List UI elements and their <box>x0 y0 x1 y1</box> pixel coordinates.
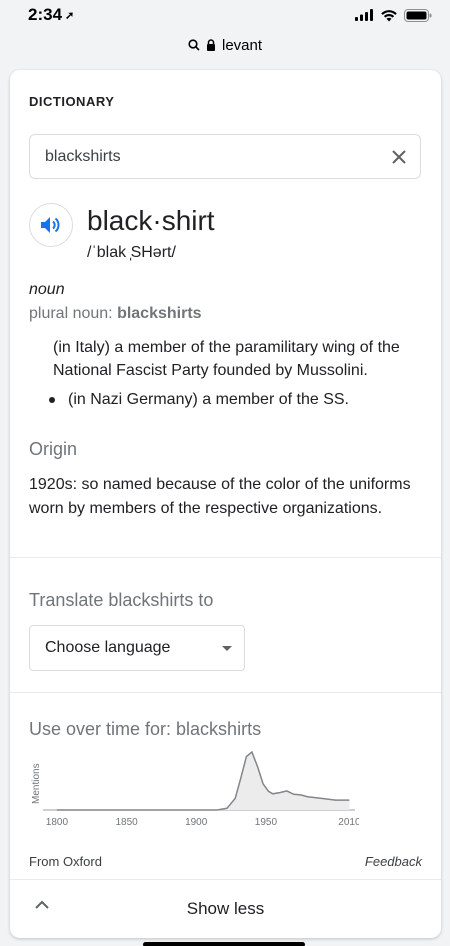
time-text: 2:34 <box>28 5 63 24</box>
chevron-up-icon <box>35 900 49 909</box>
phonetic: /ˈblak ̩SHərt/ <box>87 244 176 261</box>
plural-noun: plural noun: blackshirts <box>29 305 202 323</box>
chart-x-tick-label: 1800 <box>46 817 69 828</box>
dictionary-card: DICTIONARY blackshirts black·shirt /ˈbla… <box>10 70 441 938</box>
dictionary-search-input[interactable]: blackshirts <box>29 134 421 179</box>
chart-x-tick-label: 1950 <box>255 817 278 828</box>
chart-ylabel: Mentions <box>31 763 42 804</box>
cellular-signal-icon <box>355 9 373 21</box>
feedback-link[interactable]: Feedback <box>365 854 422 869</box>
definition-2-text: (in Nazi Germany) a member of the SS. <box>68 391 349 408</box>
language-select[interactable]: Choose language <box>29 625 245 671</box>
location-arrow-icon: ➚ <box>65 9 75 22</box>
wifi-icon <box>381 9 397 21</box>
headword: black·shirt <box>87 205 215 236</box>
search-icon <box>188 39 200 51</box>
language-select-value: Choose language <box>45 639 171 656</box>
show-less-button[interactable]: Show less <box>10 879 441 938</box>
battery-icon <box>404 8 432 22</box>
usage-heading: Use over time for: blackshirts <box>29 719 262 739</box>
url-bar[interactable]: levant <box>0 30 450 60</box>
plural-label: plural noun: <box>29 305 118 322</box>
origin-text: 1920s: so named because of the color of … <box>29 476 411 517</box>
dropdown-caret-icon <box>222 645 232 651</box>
section-label: DICTIONARY <box>29 94 115 109</box>
origin-heading[interactable]: Origin <box>29 439 77 460</box>
url-domain: levant <box>221 36 263 54</box>
status-icons <box>355 8 432 22</box>
speaker-icon <box>41 217 60 233</box>
status-time: 2:34 ➚ <box>28 5 74 25</box>
status-bar: 2:34 ➚ <box>0 0 450 30</box>
bullet-icon <box>49 397 55 403</box>
translate-heading: Translate blackshirts to <box>29 590 214 610</box>
usage-chart: Mentions 1800 1850 1900 1950 2010 <box>31 750 359 828</box>
pronunciation-button[interactable] <box>29 203 73 247</box>
definition-2: (in Nazi Germany) a member of the SS. <box>49 391 349 409</box>
plural-value: blackshirts <box>117 305 202 322</box>
chart-x-tick-label: 2010 <box>338 817 359 828</box>
source-label: From Oxford <box>29 854 102 869</box>
chart-x-tick-label: 1900 <box>185 817 208 828</box>
lock-icon <box>206 39 215 51</box>
show-less-label: Show less <box>186 899 265 918</box>
close-icon[interactable] <box>392 149 406 164</box>
search-value: blackshirts <box>45 147 121 165</box>
chart-area <box>56 752 350 810</box>
part-of-speech: noun <box>29 281 65 298</box>
divider <box>10 692 441 693</box>
divider <box>10 557 441 558</box>
definition-1: (in Italy) a member of the paramilitary … <box>53 339 400 379</box>
chart-x-tick-label: 1850 <box>115 817 138 828</box>
chart-x-ticks: 1800 1850 1900 1950 2010 <box>46 817 359 828</box>
home-indicator <box>143 942 305 946</box>
